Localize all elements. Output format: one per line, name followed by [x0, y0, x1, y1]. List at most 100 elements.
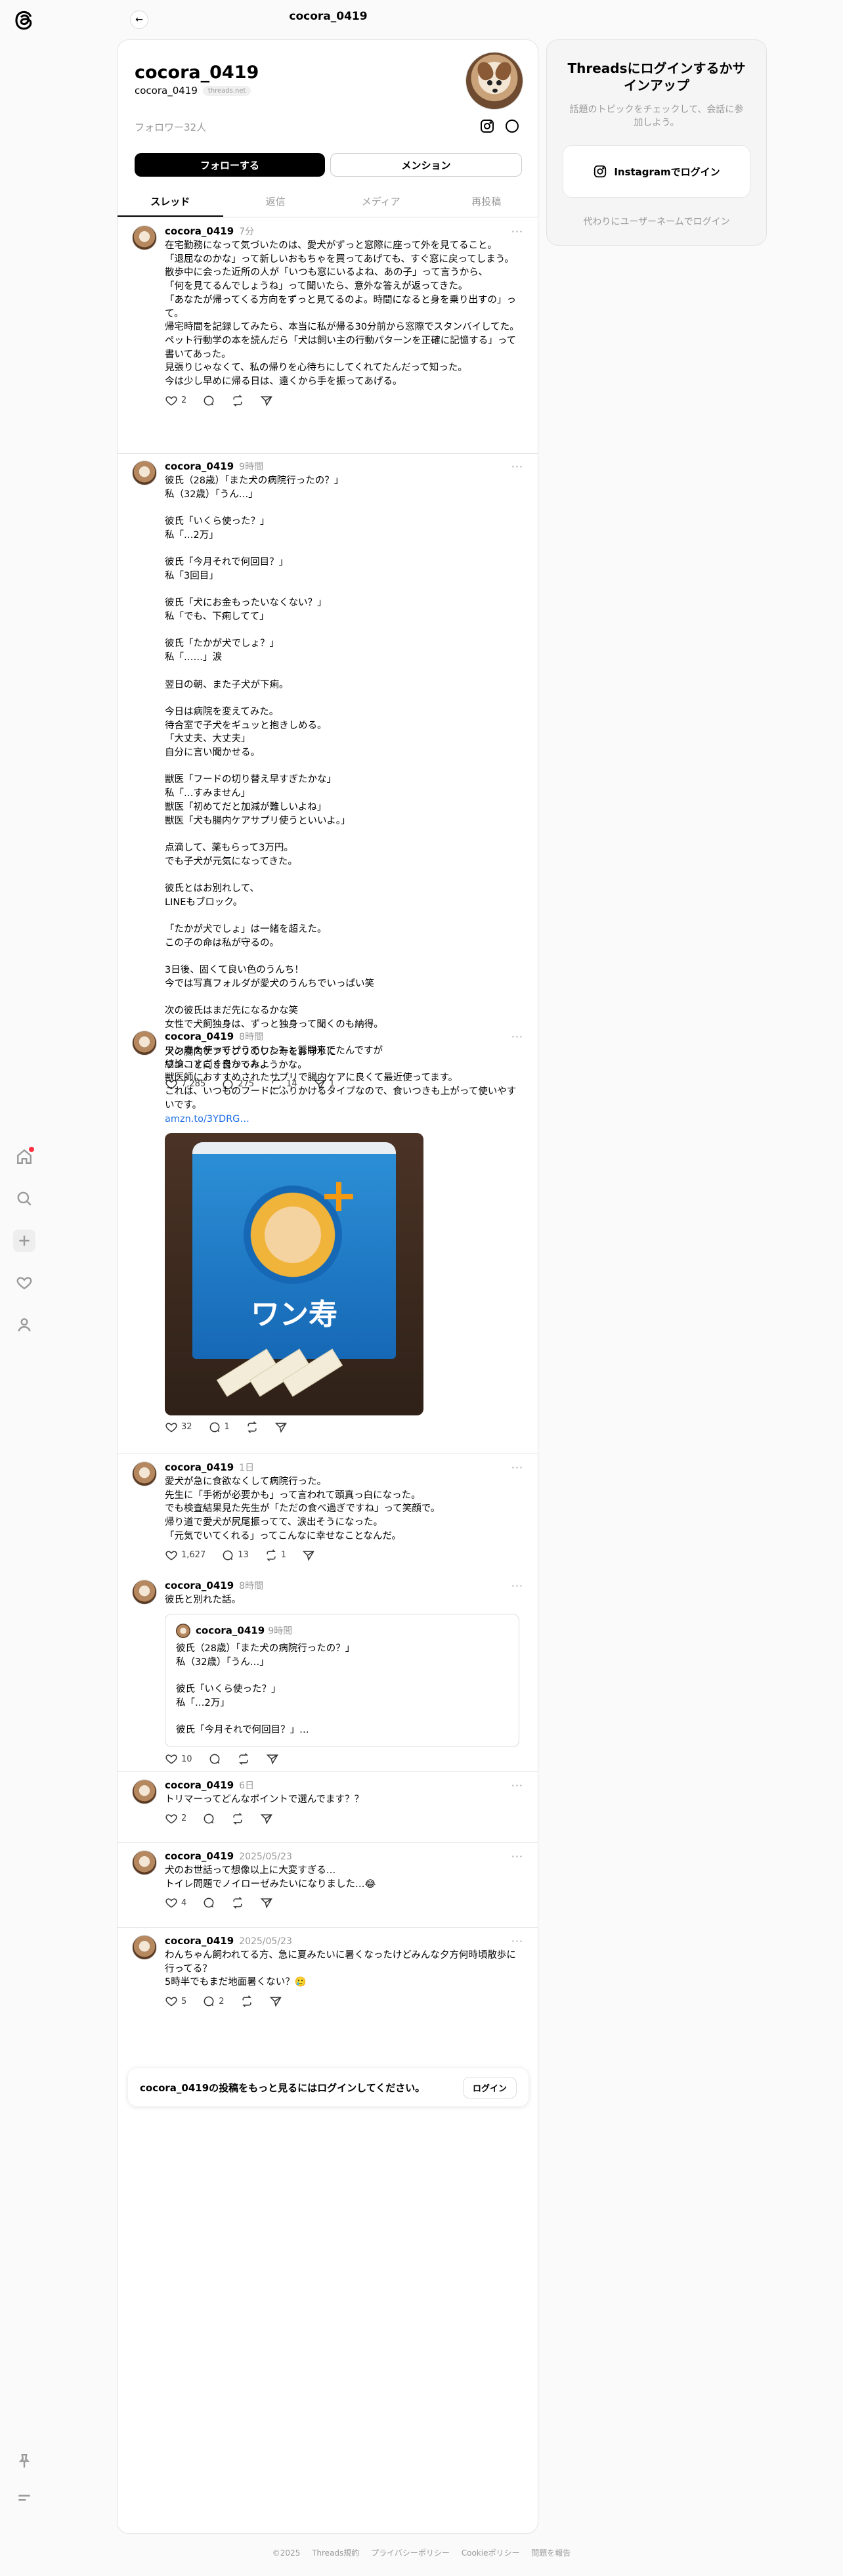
- profile-icon[interactable]: [13, 1314, 35, 1336]
- pin-icon[interactable]: [13, 2450, 35, 2472]
- like-button[interactable]: 1,627: [165, 1549, 205, 1562]
- login-button[interactable]: ログイン: [462, 2076, 517, 2099]
- reply-button[interactable]: [202, 394, 215, 407]
- post-actions: 10: [165, 1751, 523, 1767]
- post-username[interactable]: cocora_0419: [165, 1580, 234, 1591]
- post-username[interactable]: cocora_0419: [165, 1031, 234, 1042]
- heart-icon[interactable]: [13, 1272, 35, 1294]
- share-button[interactable]: [302, 1549, 315, 1562]
- share-button[interactable]: [260, 1896, 273, 1909]
- menu-icon[interactable]: [13, 2487, 35, 2509]
- repost-button[interactable]: 1: [265, 1549, 286, 1562]
- profile-avatar[interactable]: [465, 52, 523, 110]
- repost-button[interactable]: [231, 394, 244, 407]
- like-button[interactable]: 2: [165, 394, 186, 407]
- post[interactable]: cocora_0419 6日 ··· トリマーってどんなポイントで選んでます？？ …: [118, 1779, 538, 1827]
- post-avatar[interactable]: [132, 1580, 157, 1605]
- like-count: 5: [181, 1996, 187, 2007]
- post-avatar[interactable]: [132, 1779, 157, 1804]
- like-button[interactable]: 32: [165, 1421, 192, 1434]
- post-time[interactable]: 7分: [239, 226, 254, 238]
- like-button[interactable]: 5: [165, 1995, 186, 2008]
- post-avatar[interactable]: [132, 1031, 157, 1055]
- repost-icon: [233, 1897, 243, 1909]
- search-icon[interactable]: [13, 1188, 35, 1210]
- post[interactable]: cocora_0419 8時間 ··· 彼氏と別れた話。 cocora_0419 …: [118, 1580, 538, 1767]
- post-username[interactable]: cocora_0419: [165, 225, 234, 237]
- share-button[interactable]: [260, 394, 273, 407]
- repost-button[interactable]: [237, 1752, 250, 1765]
- reply-button[interactable]: [208, 1752, 221, 1765]
- share-button[interactable]: [274, 1421, 288, 1434]
- footer-link-cookie[interactable]: Cookieポリシー: [462, 2548, 520, 2558]
- more-icon[interactable]: ···: [511, 1850, 523, 1863]
- reply-button[interactable]: 2: [202, 1995, 225, 2008]
- more-icon[interactable]: ···: [511, 1935, 523, 1947]
- more-icon[interactable]: ···: [511, 1779, 523, 1792]
- post-avatar[interactable]: [132, 1850, 157, 1875]
- reply-button[interactable]: [202, 1896, 215, 1909]
- post-time[interactable]: 1日: [239, 1462, 254, 1474]
- followers-count[interactable]: フォロワー32人: [135, 120, 206, 134]
- post-username[interactable]: cocora_0419: [165, 1850, 234, 1862]
- share-button[interactable]: [266, 1752, 279, 1765]
- like-button[interactable]: 10: [165, 1752, 192, 1765]
- handle-badge[interactable]: threads.net: [202, 85, 251, 96]
- share-button[interactable]: [260, 1812, 273, 1825]
- post[interactable]: cocora_0419 2025/05/23 ··· 犬のお世話って想像以上に大変…: [118, 1850, 538, 1911]
- post-link[interactable]: amzn.to/3YDRG…: [165, 1113, 523, 1126]
- post[interactable]: cocora_0419 7分 ··· 在宅勤務になって気づいたのは、愛犬がずっと窓…: [118, 225, 538, 409]
- tab-media[interactable]: メディア: [328, 187, 434, 217]
- more-icon[interactable]: ···: [511, 1031, 523, 1043]
- repost-button[interactable]: [231, 1812, 244, 1825]
- tab-replies[interactable]: 返信: [223, 187, 329, 217]
- mention-button[interactable]: メンション: [330, 153, 522, 177]
- post[interactable]: cocora_0419 2025/05/23 ··· わんちゃん飼われてる方、急に…: [118, 1935, 538, 2009]
- post-text: 愛犬が急に食欲なくして病院行った。 先生に「手術が必要かも」って言われて頭真っ白…: [165, 1477, 441, 1542]
- post-time[interactable]: 2025/05/23: [239, 1936, 292, 1947]
- more-icon[interactable]: ···: [511, 1461, 523, 1474]
- like-button[interactable]: 2: [165, 1812, 186, 1825]
- username-login-link[interactable]: 代わりにユーザーネームでログイン: [547, 215, 766, 228]
- tab-threads[interactable]: スレッド: [118, 187, 223, 217]
- footer-link-privacy[interactable]: プライバシーポリシー: [371, 2548, 450, 2558]
- repost-button[interactable]: [246, 1421, 259, 1434]
- post-time[interactable]: 8時間: [239, 1031, 263, 1043]
- like-button[interactable]: 4: [165, 1896, 186, 1909]
- more-icon[interactable]: ···: [511, 225, 523, 238]
- more-icon[interactable]: ···: [511, 460, 523, 473]
- post-time[interactable]: 6日: [239, 1780, 254, 1792]
- instagram-icon[interactable]: [479, 118, 496, 135]
- post-username[interactable]: cocora_0419: [165, 1779, 234, 1791]
- more-options-icon[interactable]: [504, 118, 521, 135]
- more-icon[interactable]: ···: [511, 1580, 523, 1592]
- product-image[interactable]: + ワン寿: [165, 1132, 423, 1415]
- reply-button[interactable]: [202, 1812, 215, 1825]
- reply-button[interactable]: 1: [208, 1421, 230, 1434]
- post-avatar[interactable]: [132, 225, 157, 250]
- post-avatar[interactable]: [132, 1461, 157, 1486]
- tab-reposts[interactable]: 再投稿: [434, 187, 538, 217]
- post-time[interactable]: 2025/05/23: [239, 1851, 292, 1863]
- follow-button[interactable]: フォローする: [135, 153, 325, 177]
- quoted-post[interactable]: cocora_0419 9時間 彼氏（28歳）「また犬の病院行ったの？」 私（3…: [165, 1613, 519, 1748]
- post[interactable]: cocora_0419 8時間 ··· ワン寿を使ってどうでした？と質問来てたんで…: [118, 1031, 538, 1435]
- repost-button[interactable]: [231, 1896, 244, 1909]
- post[interactable]: cocora_0419 9時間 ··· 彼氏（28歳）「また犬の病院行ったの？」 …: [118, 460, 538, 1092]
- post-username[interactable]: cocora_0419: [165, 1461, 234, 1473]
- repost-button[interactable]: [240, 1995, 253, 2008]
- share-button[interactable]: [269, 1995, 282, 2008]
- footer-link-report[interactable]: 問題を報告: [531, 2548, 571, 2558]
- home-icon[interactable]: [13, 1145, 35, 1168]
- plus-icon[interactable]: [13, 1230, 35, 1252]
- instagram-login-button[interactable]: Instagramでログイン: [563, 145, 750, 198]
- reply-button[interactable]: 13: [221, 1549, 249, 1562]
- post-avatar[interactable]: [132, 460, 157, 485]
- post-username[interactable]: cocora_0419: [165, 460, 234, 472]
- footer-link-terms[interactable]: Threads規約: [312, 2548, 359, 2558]
- post-time[interactable]: 9時間: [239, 461, 263, 473]
- post-time[interactable]: 8時間: [239, 1580, 263, 1592]
- post-username[interactable]: cocora_0419: [165, 1935, 234, 1947]
- post[interactable]: cocora_0419 1日 ··· 愛犬が急に食欲なくして病院行った。 先生に「…: [118, 1461, 538, 1563]
- post-avatar[interactable]: [132, 1935, 157, 1960]
